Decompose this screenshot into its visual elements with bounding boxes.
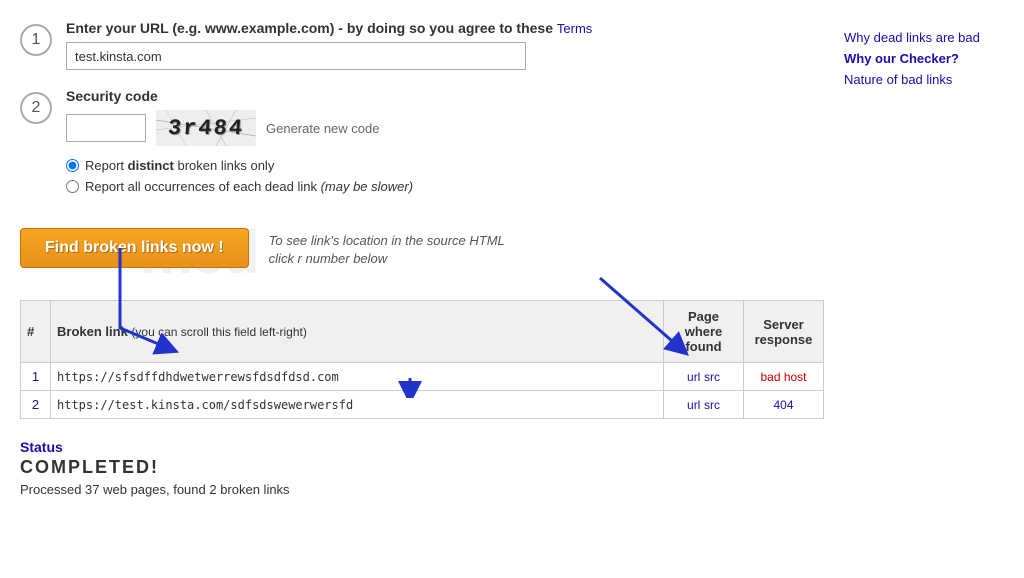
arrows-container: med Find broken links now ! To see lin <box>20 218 824 497</box>
radio-option-2[interactable]: Report all occurrences of each dead link… <box>66 179 824 194</box>
step-2: 2 Security code 3r484 <box>20 88 824 200</box>
captcha-image: 3r484 <box>156 110 256 146</box>
radio-1-label: Report distinct broken links only <box>85 158 274 173</box>
find-broken-links-button[interactable]: Find broken links now ! <box>20 228 249 268</box>
page-url-link[interactable]: url <box>687 398 700 412</box>
step-2-content: Security code 3r484 Generate new co <box>66 88 824 200</box>
col-header-num: # <box>21 301 51 363</box>
captcha-text: 3r484 <box>167 116 245 141</box>
col-header-page: Pagewherefound <box>664 301 744 363</box>
step-2-label: Security code <box>66 88 824 104</box>
security-row: 3r484 Generate new code <box>66 110 824 146</box>
radio-group: Report distinct broken links only Report… <box>66 158 824 194</box>
step-1-label: Enter your URL (e.g. www.example.com) - … <box>66 20 824 36</box>
row-server-cell: 404 <box>744 391 824 419</box>
step-1-number: 1 <box>20 24 52 56</box>
radio-all[interactable] <box>66 180 79 193</box>
page-src-link[interactable]: src <box>704 398 720 412</box>
tip-text: To see link's location in the source HTM… <box>269 232 505 268</box>
server-response-link[interactable]: 404 <box>773 398 793 412</box>
sidebar: Why dead links are bad Why our Checker? … <box>844 20 1004 558</box>
sidebar-link-why-checker[interactable]: Why our Checker? <box>844 51 1004 66</box>
row-num-link[interactable]: 2 <box>32 397 39 412</box>
step-1: 1 Enter your URL (e.g. www.example.com) … <box>20 20 824 70</box>
step-1-content: Enter your URL (e.g. www.example.com) - … <box>66 20 824 70</box>
captcha-input[interactable] <box>66 114 146 142</box>
page-src-link[interactable]: src <box>704 370 720 384</box>
table-row: 1 https://sfsdffdhdwetwerrewsfdsdfdsd.com… <box>21 363 824 391</box>
row-num-cell: 2 <box>21 391 51 419</box>
radio-2-label: Report all occurrences of each dead link… <box>85 179 413 194</box>
row-page-cell: url src <box>664 391 744 419</box>
page-url-link[interactable]: url <box>687 370 700 384</box>
step-2-number: 2 <box>20 92 52 124</box>
radio-distinct[interactable] <box>66 159 79 172</box>
table-header-row: # Broken link (you can scroll this field… <box>21 301 824 363</box>
row-num-link[interactable]: 1 <box>32 369 39 384</box>
sidebar-link-nature-bad[interactable]: Nature of bad links <box>844 72 1004 87</box>
col-header-broken-link: Broken link (you can scroll this field l… <box>51 301 664 363</box>
row-num-cell: 1 <box>21 363 51 391</box>
table-row: 2 https://test.kinsta.com/sdfsdswewerwers… <box>21 391 824 419</box>
server-response-link[interactable]: bad host <box>760 370 806 384</box>
status-section: Status COMPLETED! Processed 37 web pages… <box>20 439 824 497</box>
generate-code-link[interactable]: Generate new code <box>266 121 379 136</box>
col-header-server: Serverresponse <box>744 301 824 363</box>
completed-text: COMPLETED! <box>20 457 824 478</box>
row-server-cell: bad host <box>744 363 824 391</box>
url-input[interactable] <box>66 42 526 70</box>
row-url-cell: https://test.kinsta.com/sdfsdswewerwersf… <box>51 391 664 419</box>
row-page-cell: url src <box>664 363 744 391</box>
sidebar-link-why-dead[interactable]: Why dead links are bad <box>844 30 1004 45</box>
step-1-label-text: Enter your URL (e.g. www.example.com) <box>66 20 334 36</box>
processed-text: Processed 37 web pages, found 2 broken l… <box>20 482 824 497</box>
step-1-note: - by doing so you agree to these <box>338 20 557 36</box>
find-row: Find broken links now ! To see link's lo… <box>20 218 824 284</box>
row-url-cell: https://sfsdffdhdwetwerrewsfdsdfdsd.com <box>51 363 664 391</box>
status-label: Status <box>20 439 824 455</box>
radio-option-1[interactable]: Report distinct broken links only <box>66 158 824 173</box>
terms-link[interactable]: Terms <box>557 21 592 36</box>
results-table: # Broken link (you can scroll this field… <box>20 300 824 419</box>
